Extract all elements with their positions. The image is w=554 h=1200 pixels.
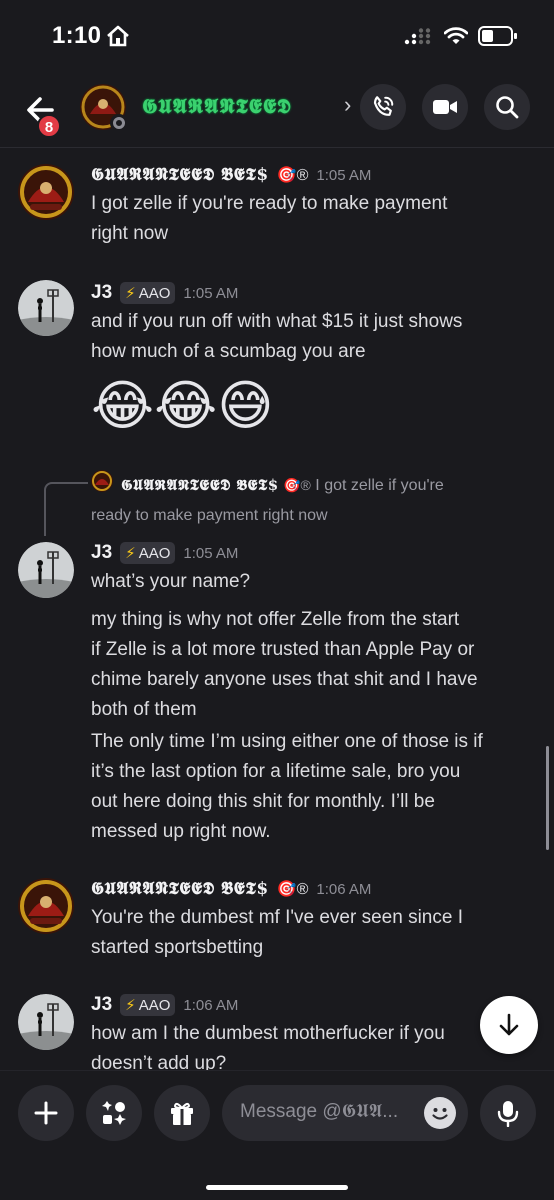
message-text: what’s your name? (91, 571, 251, 592)
search-icon (496, 96, 519, 119)
emoji-icon[interactable] (424, 1097, 456, 1129)
avatar[interactable] (18, 542, 74, 598)
timestamp: 1:05 AM (316, 166, 372, 184)
arrow-down-icon (499, 1013, 519, 1036)
home-icon (107, 25, 129, 47)
timestamp: 1:06 AM (316, 880, 372, 898)
author-decoration: 🎯® (276, 167, 309, 184)
chat-header: 8 𝕲𝖀𝕬𝕽𝕬𝕹𝕿𝕰𝕰𝕯 › (0, 76, 554, 148)
status-bar: 1:10 (0, 0, 554, 76)
reply-author: 𝕲𝖀𝕬𝕽𝕬𝕹𝕿𝕰𝕰𝕯 𝕭𝕰𝕿$ (121, 476, 279, 494)
gift-button[interactable] (154, 1085, 210, 1141)
scrollbar-thumb[interactable] (546, 746, 549, 850)
clan-tag-label: AAO (138, 996, 171, 1014)
clan-tag-label: AAO (138, 544, 171, 562)
attach-button[interactable] (18, 1085, 74, 1141)
lightning-icon: ⚡ (125, 285, 136, 302)
clan-tag[interactable]: ⚡ AAO (120, 994, 176, 1016)
battery-icon (478, 26, 517, 46)
lightning-icon: ⚡ (125, 997, 136, 1014)
voice-call-button[interactable] (360, 84, 406, 130)
author-decoration: 🎯® (276, 881, 309, 898)
chevron-right-icon[interactable]: › (344, 92, 351, 118)
timestamp: 1:06 AM (183, 996, 239, 1014)
video-call-button[interactable] (422, 84, 468, 130)
message-input[interactable]: Message @𝕲𝖀𝕬... (222, 1085, 468, 1141)
author-name[interactable]: J3 (91, 282, 112, 304)
message-text: The only time I’m using either one of th… (91, 731, 483, 752)
mic-icon (497, 1101, 519, 1127)
message-text: both of them (91, 699, 197, 720)
author-name[interactable]: 𝕲𝖀𝕬𝕽𝕬𝕹𝕿𝕰𝕰𝕯 𝕭𝕰𝕿$ (91, 879, 269, 899)
message-text: how much of a scumbag you are (91, 341, 366, 362)
reply-decoration: 🎯® (283, 477, 311, 493)
video-icon (433, 100, 457, 114)
jump-to-latest-button[interactable] (480, 996, 538, 1054)
search-button[interactable] (484, 84, 530, 130)
signal-icon (404, 28, 431, 45)
apps-icon (102, 1101, 126, 1125)
clan-tag[interactable]: ⚡ AAO (120, 542, 176, 564)
plus-icon (34, 1101, 58, 1125)
message-text: if Zelle is a lot more trusted than Appl… (91, 639, 475, 660)
author-name[interactable]: 𝕲𝖀𝕬𝕽𝕬𝕹𝕿𝕰𝕰𝕯 𝕭𝕰𝕿$ (91, 165, 269, 185)
message-text: messed up right now. (91, 821, 271, 842)
message-text: You're the dumbest mf I've ever seen sin… (91, 907, 463, 928)
message-text: started sportsbetting (91, 937, 264, 958)
phone-icon (373, 96, 394, 116)
message-text: my thing is why not offer Zelle from the… (91, 609, 460, 630)
message-text: it’s the last option for a lifetime sale… (91, 761, 461, 782)
composer-bar: Message @𝕲𝖀𝕬... (0, 1070, 554, 1200)
clan-tag[interactable]: ⚡ AAO (120, 282, 176, 304)
wifi-icon (444, 27, 468, 44)
timestamp: 1:05 AM (183, 544, 239, 562)
message-text: doesn’t add up? (91, 1053, 227, 1070)
message-input-placeholder: Message @𝕲𝖀𝕬... (240, 1101, 399, 1122)
message-text: out here doing this shit for monthly. I’… (91, 791, 435, 812)
message-text: chime barely anyone uses that shit and I… (91, 669, 478, 690)
status-time: 1:10 (52, 22, 102, 49)
message-text: I got zelle if you're ready to make paym… (91, 193, 448, 214)
apps-button[interactable] (86, 1085, 142, 1141)
reply-connector (44, 482, 88, 536)
voice-message-button[interactable] (480, 1085, 536, 1141)
avatar[interactable] (18, 164, 74, 220)
channel-title[interactable]: 𝕲𝖀𝕬𝕽𝕬𝕹𝕿𝕰𝕰𝕯 (142, 94, 292, 118)
avatar[interactable] (18, 878, 74, 934)
home-indicator (206, 1185, 348, 1190)
avatar[interactable] (18, 994, 74, 1050)
status-indicator (110, 114, 128, 132)
timestamp: 1:05 AM (183, 284, 239, 302)
reply-preview[interactable]: 𝕲𝖀𝕬𝕽𝕬𝕹𝕿𝕰𝕰𝕯 𝕭𝕰𝕿$ 🎯® I got zelle if you're… (91, 470, 541, 531)
reply-text: I got zelle if you're (315, 477, 444, 494)
emoji-message: 😂😂😅 (91, 376, 274, 436)
unread-badge: 8 (37, 114, 61, 138)
message-list[interactable]: 𝕲𝖀𝕬𝕽𝕬𝕹𝕿𝕰𝕰𝕯 𝕭𝕰𝕿$ 🎯® 1:05 AM I got zelle i… (0, 148, 554, 1070)
clan-tag-label: AAO (138, 284, 171, 302)
message-text: and if you run off with what $15 it just… (91, 311, 463, 332)
message-text: right now (91, 223, 169, 244)
author-name[interactable]: J3 (91, 994, 112, 1016)
gift-icon (171, 1102, 193, 1125)
reply-text: ready to make payment right now (91, 507, 328, 524)
lightning-icon: ⚡ (125, 545, 136, 562)
avatar[interactable] (18, 280, 74, 336)
author-name[interactable]: J3 (91, 542, 112, 564)
message-text: how am I the dumbest motherfucker if you (91, 1023, 445, 1044)
